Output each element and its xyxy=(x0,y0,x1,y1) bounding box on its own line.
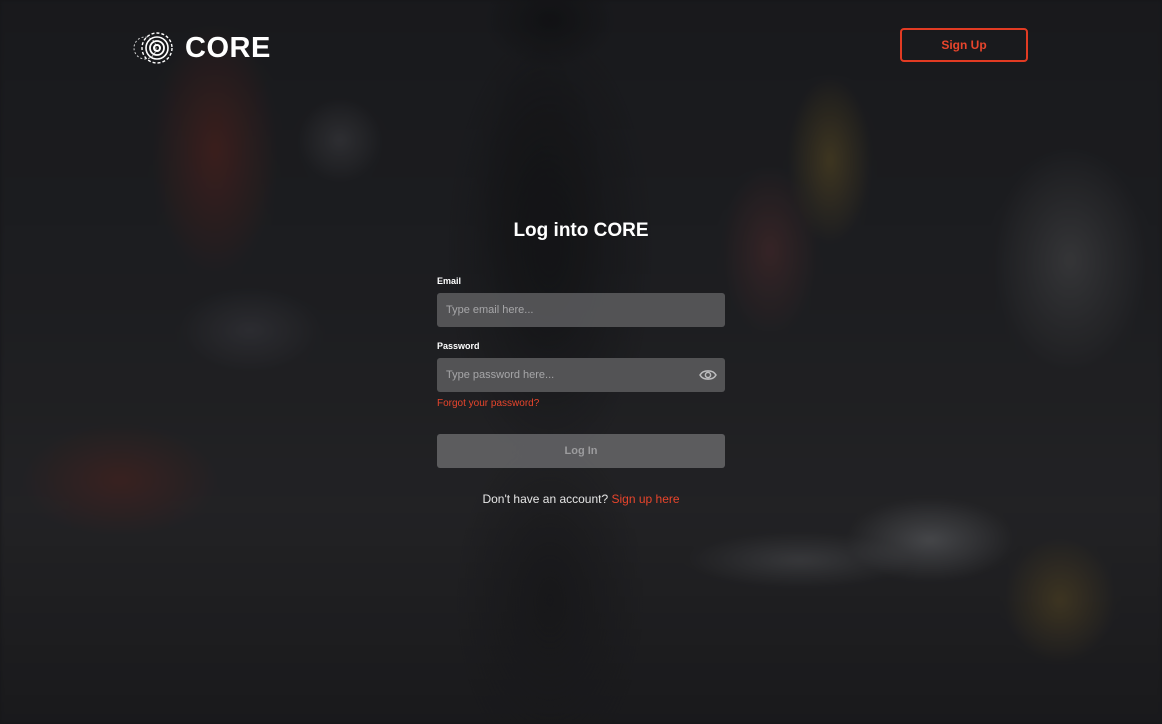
email-input[interactable] xyxy=(437,293,725,327)
email-wrap xyxy=(437,293,725,327)
brand-logo[interactable]: CORE xyxy=(133,30,271,66)
no-account-text: Don't have an account? xyxy=(482,492,612,506)
logo-rings-icon xyxy=(133,32,173,64)
page-title: Log into CORE xyxy=(513,220,649,241)
password-group: Password Forgot your password? xyxy=(437,341,725,411)
password-label: Password xyxy=(437,341,480,351)
login-form: Log into CORE Email Password Forgot your… xyxy=(437,220,725,506)
forgot-password-link[interactable]: Forgot your password? xyxy=(437,398,539,409)
brand-name: CORE xyxy=(185,31,271,64)
eye-icon[interactable] xyxy=(699,368,717,382)
password-input[interactable] xyxy=(437,358,725,392)
email-label: Email xyxy=(437,276,462,286)
email-group: Email xyxy=(437,276,725,327)
log-in-button[interactable]: Log In xyxy=(437,434,725,468)
sign-up-here-link[interactable]: Sign up here xyxy=(611,492,679,506)
password-wrap xyxy=(437,358,725,392)
sign-up-button[interactable]: Sign Up xyxy=(900,28,1028,62)
signup-prompt: Don't have an account? Sign up here xyxy=(437,492,725,506)
